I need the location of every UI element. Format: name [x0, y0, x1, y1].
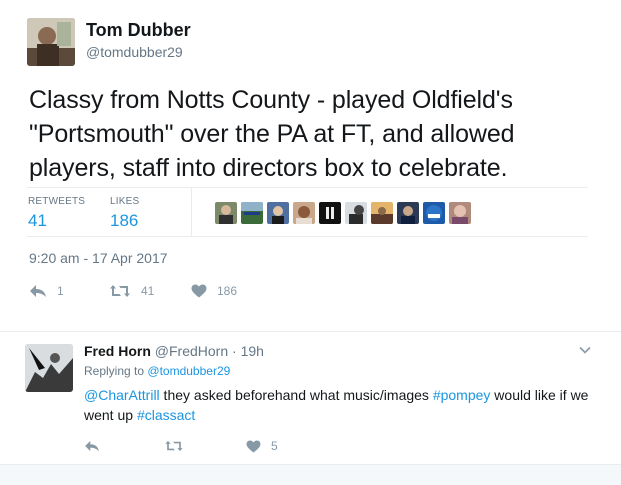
- avatar[interactable]: [27, 18, 75, 66]
- reply-text-part: they asked beforehand what music/images: [159, 387, 433, 403]
- tweet-text: Classy from Notts County - played Oldfie…: [29, 86, 515, 182]
- retweets-stat[interactable]: RETWEETS 41: [28, 196, 85, 231]
- reply-header: Fred Horn @FredHorn · 19h: [84, 343, 264, 359]
- tweet-stats: RETWEETS 41 LIKES 186: [27, 187, 588, 237]
- tweet-detail-page: Tom Dubber @tomdubber29 Classy from Nott…: [0, 0, 621, 485]
- retweet-icon: [109, 284, 131, 298]
- liker-avatar[interactable]: [319, 202, 341, 224]
- like-button[interactable]: 5: [246, 436, 278, 456]
- liker-avatar[interactable]: [371, 202, 393, 224]
- reply-icon: [29, 284, 47, 298]
- retweet-button[interactable]: [164, 436, 194, 456]
- reply-count: 1: [57, 284, 64, 298]
- author-name[interactable]: Tom Dubber: [86, 20, 191, 41]
- chevron-down-icon[interactable]: [578, 343, 592, 357]
- separator-dot: ·: [232, 343, 237, 359]
- like-button[interactable]: 186: [191, 281, 237, 301]
- heart-icon: [191, 284, 207, 298]
- liker-avatar[interactable]: [345, 202, 367, 224]
- author-handle[interactable]: @tomdubber29: [86, 44, 183, 60]
- retweets-label: RETWEETS: [28, 196, 86, 207]
- liker-avatar[interactable]: [267, 202, 289, 224]
- like-count: 186: [217, 284, 238, 298]
- reply-tweet[interactable]: Fred Horn @FredHorn · 19h Replying to @t…: [0, 332, 621, 464]
- heart-icon: [246, 439, 261, 453]
- reply-button[interactable]: [84, 436, 110, 456]
- liker-avatar[interactable]: [241, 202, 263, 224]
- replying-to-handle[interactable]: @tomdubber29: [147, 364, 230, 378]
- replying-to-label: Replying to: [84, 364, 145, 378]
- reply-button[interactable]: 1: [29, 281, 64, 301]
- retweet-icon: [164, 440, 184, 452]
- reply-icon: [84, 440, 100, 452]
- liker-avatar[interactable]: [215, 202, 237, 224]
- like-count: 5: [271, 439, 278, 453]
- next-reply-strip: [0, 464, 621, 485]
- hashtag-link[interactable]: #classact: [137, 407, 195, 423]
- retweets-count: 41: [28, 211, 47, 230]
- likes-label: LIKES: [110, 196, 140, 207]
- tweet-timestamp[interactable]: 9:20 am - 17 Apr 2017: [29, 250, 168, 266]
- avatar[interactable]: [25, 344, 73, 392]
- liker-avatar[interactable]: [293, 202, 315, 224]
- replying-to: Replying to @tomdubber29: [84, 364, 230, 378]
- retweet-button[interactable]: 41: [109, 281, 154, 301]
- reply-author-name[interactable]: Fred Horn: [84, 343, 151, 359]
- liker-avatar[interactable]: [423, 202, 445, 224]
- reply-text: @CharAttrill they asked beforehand what …: [84, 385, 604, 425]
- liker-avatar[interactable]: [397, 202, 419, 224]
- retweet-count: 41: [141, 284, 155, 298]
- mention-link[interactable]: @CharAttrill: [84, 387, 160, 403]
- reply-time[interactable]: 19h: [241, 343, 264, 359]
- main-tweet: Tom Dubber @tomdubber29 Classy from Nott…: [0, 0, 621, 332]
- likes-stat[interactable]: LIKES 186: [110, 196, 139, 231]
- liker-avatar[interactable]: [449, 202, 471, 224]
- likes-count: 186: [110, 211, 139, 230]
- reply-actions: 5: [84, 436, 384, 454]
- stats-divider: [191, 188, 192, 236]
- reply-author-handle[interactable]: @FredHorn: [155, 343, 228, 359]
- hashtag-link[interactable]: #pompey: [433, 387, 491, 403]
- tweet-actions: 1 41 186: [29, 281, 329, 301]
